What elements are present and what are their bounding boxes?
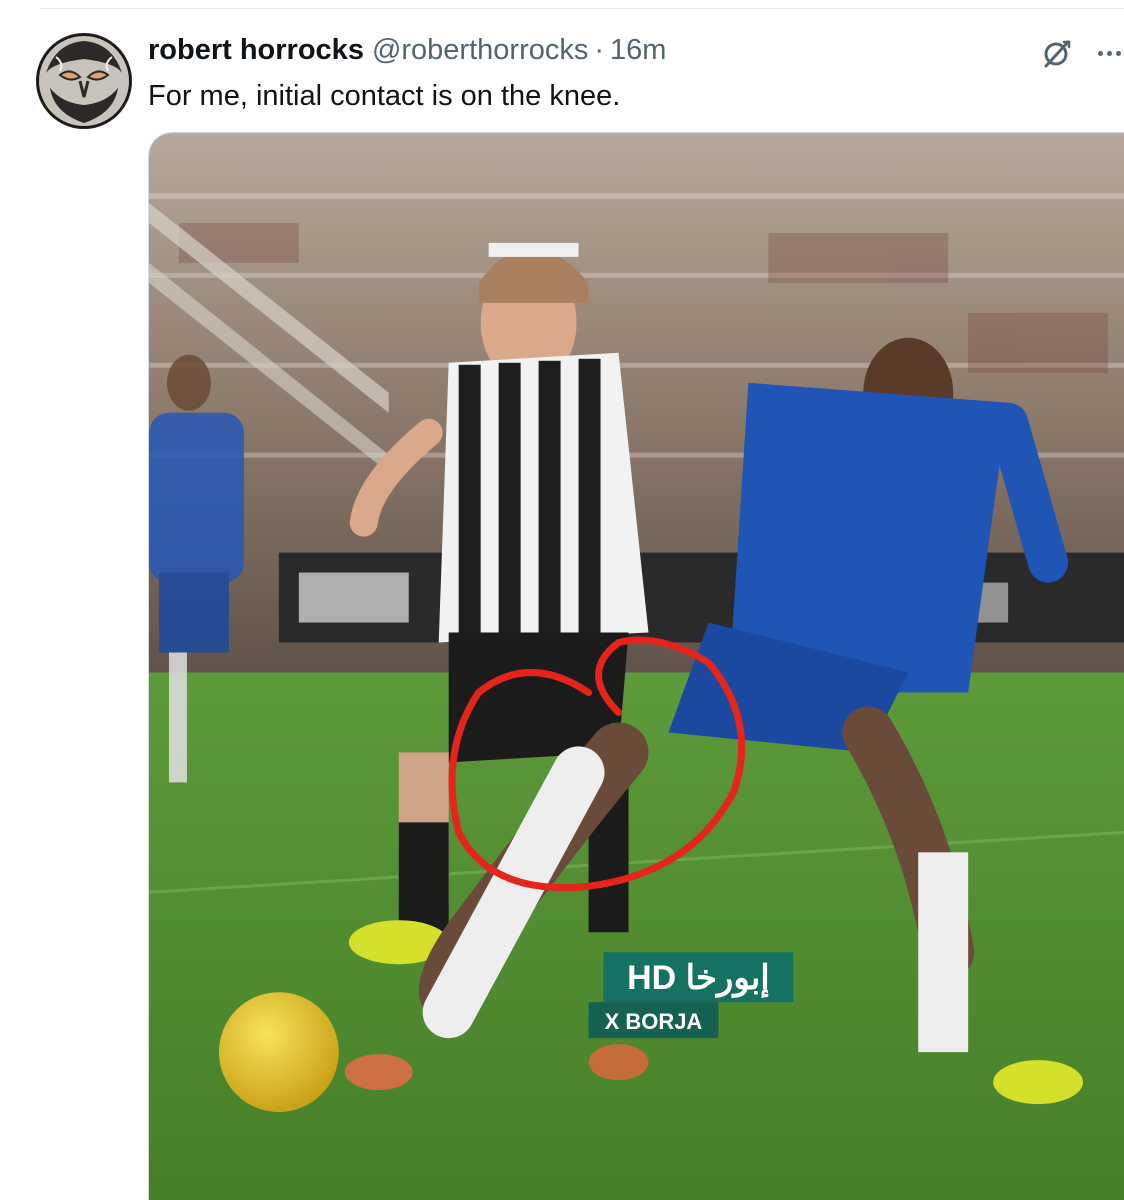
avatar[interactable] <box>36 33 132 129</box>
user-handle[interactable]: @roberthorrocks <box>372 30 588 70</box>
svg-text:X BORJA: X BORJA <box>605 1009 703 1034</box>
tweet[interactable]: robert horrocks @roberthorrocks · 16m Fo… <box>0 0 1124 1200</box>
football-match-photo: HD إبورخا X BORJA <box>149 133 1124 1200</box>
ball <box>218 992 339 1113</box>
svg-text:HD إبورخا: HD إبورخا <box>627 959 770 998</box>
more-dot <box>1097 50 1103 56</box>
separator-dot: · <box>594 34 605 66</box>
tweet-header: robert horrocks @roberthorrocks · 16m <box>148 30 666 70</box>
timestamp[interactable]: 16m <box>610 30 666 70</box>
grok-icon[interactable] <box>1040 36 1074 70</box>
tweet-text: For me, initial contact is on the knee. <box>148 80 621 112</box>
more-dot <box>1115 50 1121 56</box>
more-dot <box>1106 50 1112 56</box>
display-name[interactable]: robert horrocks <box>148 30 364 70</box>
more-horizontal-icon[interactable] <box>1094 38 1124 68</box>
tweet-media-image[interactable]: HD إبورخا X BORJA <box>148 132 1124 1200</box>
avatar-mask-illustration <box>37 34 131 128</box>
